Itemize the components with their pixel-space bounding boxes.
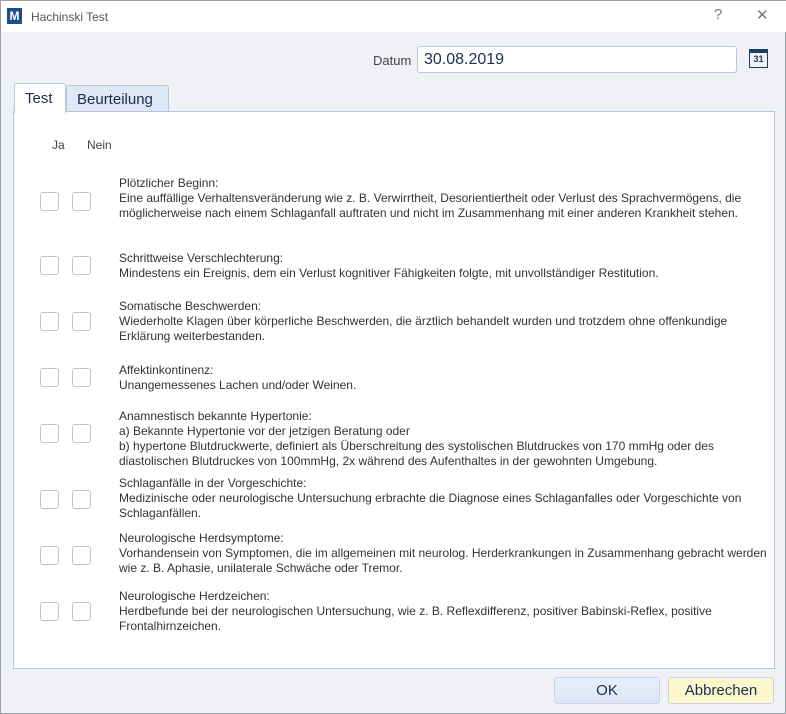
checkbox-nein[interactable]	[72, 368, 91, 387]
app-logo-icon: M	[7, 8, 22, 24]
item-text: Neurologische Herdzeichen: Herdbefunde be…	[119, 589, 769, 634]
item-description: Herdbefunde bei der neurologischen Unter…	[119, 604, 712, 633]
item-description: Unangemessenes Lachen und/oder Weinen.	[119, 378, 357, 392]
datum-input[interactable]	[417, 46, 737, 73]
close-button[interactable]: ✕	[756, 6, 769, 24]
tab-test[interactable]: Test	[14, 83, 66, 113]
ok-button[interactable]: OK	[554, 677, 660, 704]
checkbox-nein[interactable]	[72, 424, 91, 443]
checkbox-nein[interactable]	[72, 602, 91, 621]
item-text: Schrittweise Verschlechterung: Mindestens…	[119, 251, 769, 281]
checkbox-ja[interactable]	[40, 424, 59, 443]
item-description: Vorhandensein von Symptomen, die im allg…	[119, 546, 767, 575]
item-text: Neurologische Herdsymptome: Vorhandensein…	[119, 531, 769, 576]
item-description: Medizinische oder neurologische Untersuc…	[119, 491, 742, 520]
cancel-button[interactable]: Abbrechen	[668, 677, 774, 704]
checkbox-nein[interactable]	[72, 192, 91, 211]
column-header-ja: Ja	[52, 138, 65, 152]
item-description: Wiederholte Klagen über körperliche Besc…	[119, 314, 728, 343]
item-description: a) Bekannte Hypertonie vor der jetzigen …	[119, 424, 714, 468]
checkbox-ja[interactable]	[40, 312, 59, 331]
item-title: Schlaganfälle in der Vorgeschichte:	[119, 476, 307, 490]
item-title: Affektinkontinenz:	[119, 363, 214, 377]
item-text: Somatische Beschwerden: Wiederholte Klage…	[119, 299, 769, 344]
item-title: Schrittweise Verschlechterung:	[119, 251, 284, 265]
item-text: Anamnestisch bekannte Hypertonie: a) Beka…	[119, 409, 769, 469]
item-title: Neurologische Herdzeichen:	[119, 589, 270, 603]
checkbox-ja[interactable]	[40, 490, 59, 509]
checkbox-ja[interactable]	[40, 192, 59, 211]
item-text: Affektinkontinenz: Unangemessenes Lachen …	[119, 363, 769, 393]
item-text: Plötzlicher Beginn: Eine auffällige Verha…	[119, 176, 769, 221]
window-title: Hachinski Test	[31, 10, 109, 24]
item-title: Somatische Beschwerden:	[119, 299, 262, 313]
item-title: Neurologische Herdsymptome:	[119, 531, 284, 545]
item-description: Mindestens ein Ereignis, dem ein Verlust…	[119, 266, 659, 280]
checkbox-nein[interactable]	[72, 490, 91, 509]
tab-beurteilung[interactable]: Beurteilung	[66, 85, 169, 112]
item-description: Eine auffällige Verhaltensveränderung wi…	[119, 191, 742, 220]
calendar-icon[interactable]: 31	[749, 49, 768, 68]
checkbox-ja[interactable]	[40, 368, 59, 387]
item-title: Anamnestisch bekannte Hypertonie:	[119, 409, 312, 423]
checkbox-ja[interactable]	[40, 256, 59, 275]
item-text: Schlaganfälle in der Vorgeschichte: Mediz…	[119, 476, 769, 521]
checkbox-nein[interactable]	[72, 546, 91, 565]
help-button[interactable]: ?	[714, 6, 722, 23]
title-bar: M Hachinski Test ? ✕	[1, 1, 786, 32]
checkbox-ja[interactable]	[40, 546, 59, 565]
checkbox-ja[interactable]	[40, 602, 59, 621]
checkbox-nein[interactable]	[72, 312, 91, 331]
item-title: Plötzlicher Beginn:	[119, 176, 219, 190]
datum-label: Datum	[373, 53, 412, 68]
checkbox-nein[interactable]	[72, 256, 91, 275]
column-header-nein: Nein	[87, 138, 112, 152]
